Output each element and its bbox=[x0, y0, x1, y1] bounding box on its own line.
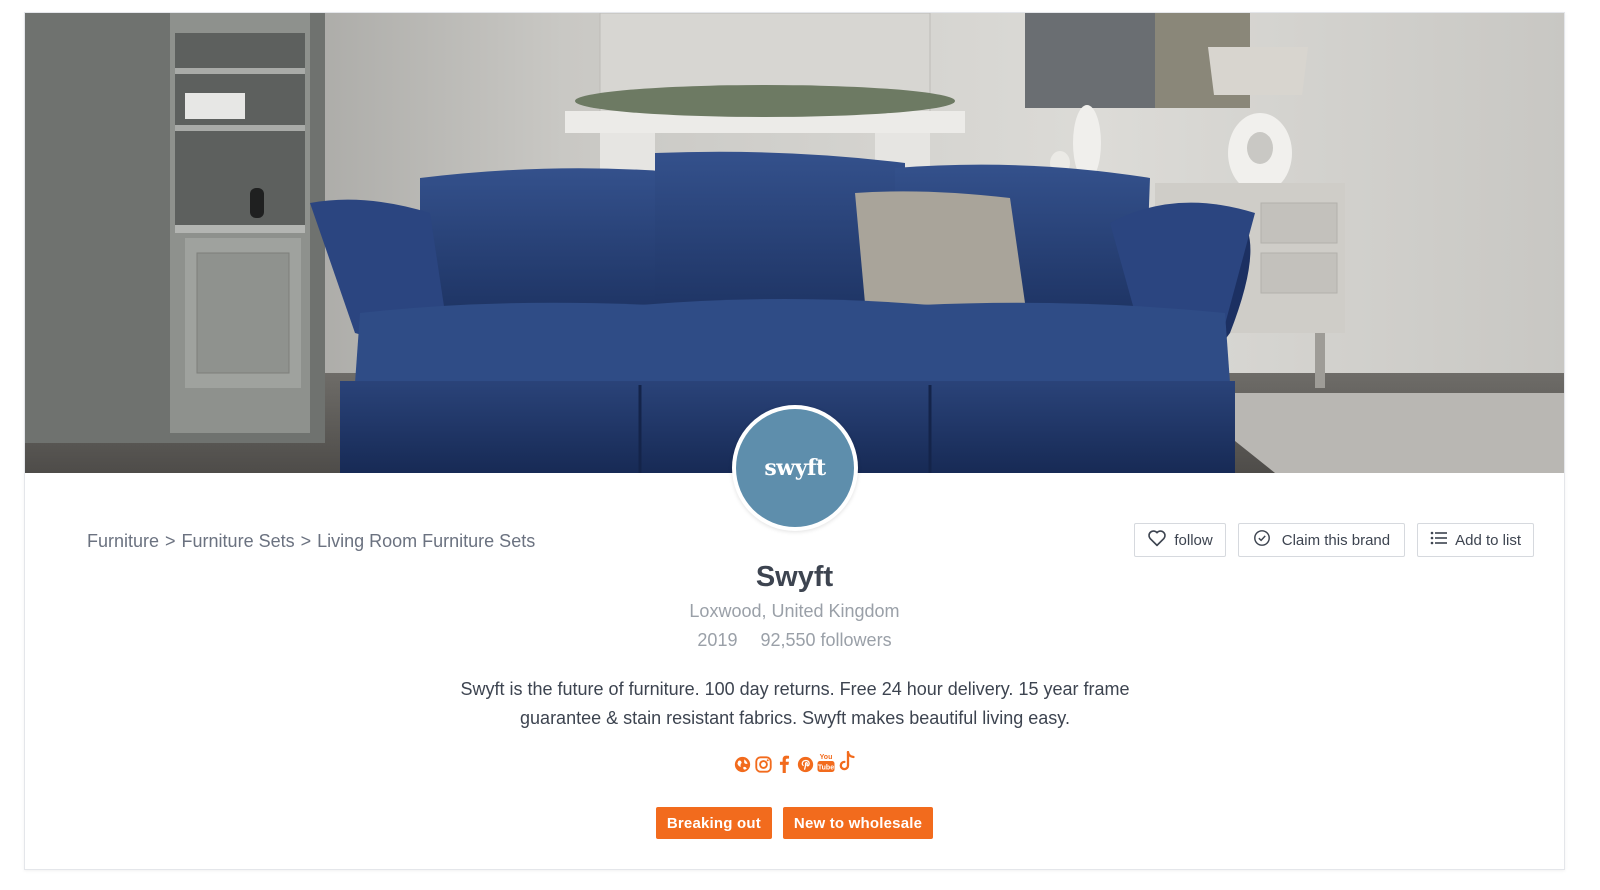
breadcrumb-link-furniture-sets[interactable]: Furniture Sets bbox=[182, 531, 295, 552]
globe-icon[interactable] bbox=[733, 751, 751, 773]
brand-location: Loxwood, United Kingdom bbox=[689, 601, 900, 621]
youtube-icon[interactable]: You Tube bbox=[817, 751, 835, 773]
claim-brand-label: Claim this brand bbox=[1281, 531, 1391, 549]
follow-label: follow bbox=[1174, 531, 1213, 549]
brand-name: Swyft bbox=[755, 561, 834, 593]
pinterest-icon[interactable] bbox=[796, 751, 814, 773]
breadcrumb-separator: > bbox=[300, 531, 312, 551]
brand-logo-text: swyft bbox=[736, 409, 854, 527]
brand-logo: swyft bbox=[732, 405, 858, 531]
heart-icon bbox=[1147, 529, 1167, 551]
brand-meta: 2019 92,550 followers bbox=[25, 630, 1564, 651]
add-to-list-label: Add to list bbox=[1455, 531, 1521, 549]
facebook-icon[interactable] bbox=[775, 751, 793, 773]
add-to-list-button[interactable]: Add to list bbox=[1417, 523, 1534, 557]
instagram-icon[interactable] bbox=[754, 751, 772, 773]
hero-banner-image bbox=[25, 13, 1564, 473]
svg-text:Tube: Tube bbox=[818, 765, 834, 772]
social-links: You Tube bbox=[25, 751, 1564, 773]
breadcrumb-link-living-room-furniture-sets[interactable]: Living Room Furniture Sets bbox=[317, 531, 535, 552]
tag-breaking-out: Breaking out bbox=[655, 807, 772, 839]
breadcrumb-link-furniture[interactable]: Furniture bbox=[87, 531, 159, 552]
tiktok-icon[interactable] bbox=[838, 751, 856, 773]
founded-year: 2019 bbox=[697, 630, 738, 650]
breadcrumb-separator: > bbox=[165, 531, 176, 551]
brand-card: swyft Furniture > Furniture Sets > Livin… bbox=[24, 12, 1565, 870]
breadcrumb: Furniture > Furniture Sets > Living Room… bbox=[87, 531, 535, 552]
brand-description: Swyft is the future of furniture. 100 da… bbox=[460, 679, 1130, 728]
brand-actions: follow Claim this brand Add to list bbox=[1134, 523, 1534, 557]
list-icon bbox=[1430, 530, 1448, 550]
brand-tags: Breaking out New to wholesale bbox=[25, 807, 1564, 839]
svg-text:You: You bbox=[820, 754, 833, 761]
follower-count: 92,550 followers bbox=[760, 630, 892, 650]
follow-button[interactable]: follow bbox=[1134, 523, 1226, 557]
tag-new-to-wholesale: New to wholesale bbox=[782, 807, 934, 839]
claim-brand-button[interactable]: Claim this brand bbox=[1237, 523, 1406, 557]
check-badge-icon bbox=[1253, 529, 1271, 551]
